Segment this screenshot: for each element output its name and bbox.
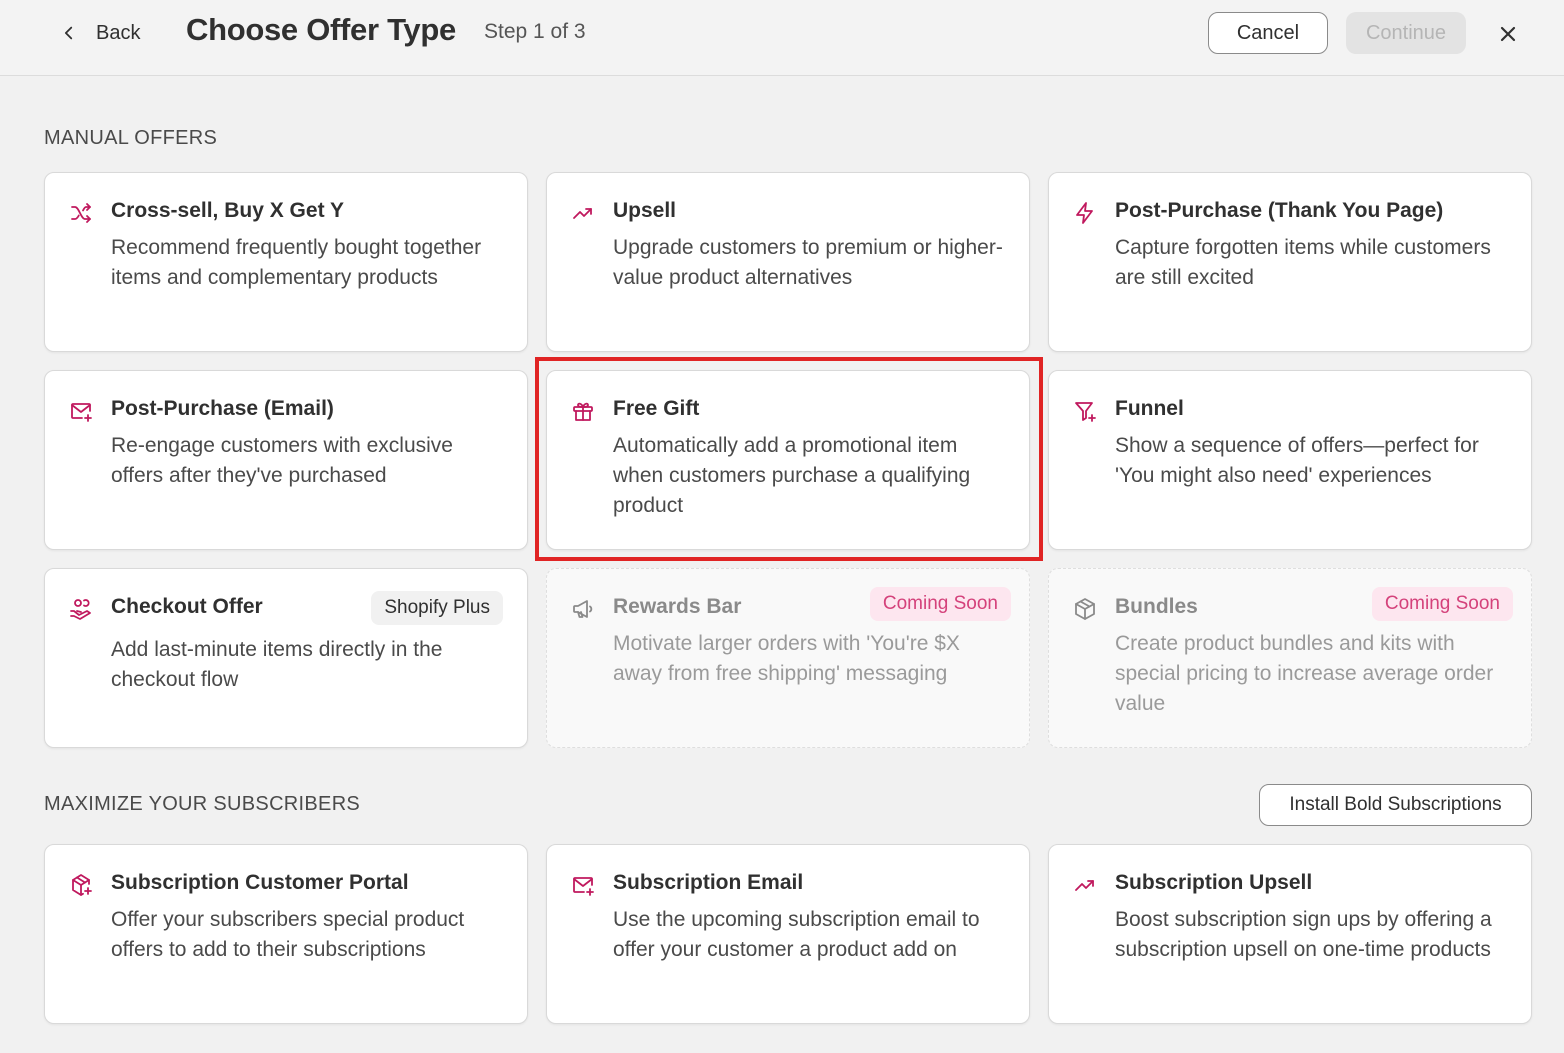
card-description: Create product bundles and kits with spe… <box>1115 632 1494 715</box>
back-button[interactable]: Back <box>60 16 140 50</box>
email-plus-icon <box>69 399 93 423</box>
coming-soon-badge: Coming Soon <box>1371 587 1513 621</box>
offer-card-bundles: Bundles Coming Soon Create product bundl… <box>1048 568 1532 748</box>
box-plus-icon <box>69 873 93 897</box>
offer-card-post-purchase-thank-you[interactable]: Post-Purchase (Thank You Page) Capture f… <box>1048 172 1532 352</box>
offer-card-rewards-bar: Rewards Bar Coming Soon Motivate larger … <box>546 568 1030 748</box>
card-description: Offer your subscribers special product o… <box>111 908 465 961</box>
install-bold-subscriptions-button[interactable]: Install Bold Subscriptions <box>1259 784 1532 826</box>
card-title: Bundles <box>1115 595 1198 618</box>
card-description: Motivate larger orders with 'You're $X a… <box>613 632 960 685</box>
card-description: Boost subscription sign ups by offering … <box>1115 908 1492 961</box>
section-label-subscribers: MAXIMIZE YOUR SUBSCRIBERS <box>44 793 361 815</box>
trending-up-icon <box>1073 873 1097 897</box>
shuffle-icon <box>69 201 93 225</box>
card-title: Checkout Offer <box>111 595 263 618</box>
card-title: Funnel <box>1115 397 1184 420</box>
card-title: Subscription Upsell <box>1115 871 1313 894</box>
card-description: Recommend frequently bought together ite… <box>111 236 482 289</box>
card-title: Post-Purchase (Email) <box>111 397 334 420</box>
close-button[interactable] <box>1492 18 1524 50</box>
trending-up-icon <box>571 201 595 225</box>
page-title: Choose Offer Type <box>186 12 456 47</box>
section-label-manual-offers: MANUAL OFFERS <box>44 127 218 149</box>
hand-coins-icon <box>69 597 93 621</box>
card-description: Upgrade customers to premium or higher-v… <box>613 236 1003 289</box>
offer-card-upsell[interactable]: Upsell Upgrade customers to premium or h… <box>546 172 1030 352</box>
close-icon <box>1500 26 1516 42</box>
card-description: Use the upcoming subscription email to o… <box>613 908 980 961</box>
offer-card-subscription-customer-portal[interactable]: Subscription Customer Portal Offer your … <box>44 844 528 1024</box>
offer-card-checkout-offer[interactable]: Checkout Offer Shopify Plus Add last-min… <box>44 568 528 748</box>
offer-card-free-gift[interactable]: Free Gift Automatically add a promotiona… <box>546 370 1030 550</box>
gift-icon <box>571 399 595 423</box>
offer-card-cross-sell[interactable]: Cross-sell, Buy X Get Y Recommend freque… <box>44 172 528 352</box>
offer-card-subscription-email[interactable]: Subscription Email Use the upcoming subs… <box>546 844 1030 1024</box>
card-description: Add last-minute items directly in the ch… <box>111 638 443 691</box>
megaphone-icon <box>571 597 595 621</box>
top-bar: Back Choose Offer Type Step 1 of 3 Cance… <box>0 0 1564 76</box>
lightning-icon <box>1073 201 1097 225</box>
email-plus-icon <box>571 873 595 897</box>
offer-card-subscription-upsell[interactable]: Subscription Upsell Boost subscription s… <box>1048 844 1532 1024</box>
card-title: Subscription Email <box>613 871 804 894</box>
continue-button[interactable]: Continue <box>1346 12 1466 54</box>
card-title: Upsell <box>613 199 677 222</box>
card-title: Subscription Customer Portal <box>111 871 409 894</box>
offer-card-post-purchase-email[interactable]: Post-Purchase (Email) Re-engage customer… <box>44 370 528 550</box>
back-label: Back <box>96 21 141 44</box>
card-description: Show a sequence of offers—perfect for 'Y… <box>1115 434 1479 487</box>
card-title: Rewards Bar <box>613 595 742 618</box>
card-title: Free Gift <box>613 397 700 420</box>
card-title: Cross-sell, Buy X Get Y <box>111 199 345 222</box>
box-icon <box>1073 597 1097 621</box>
cancel-button[interactable]: Cancel <box>1208 12 1328 54</box>
coming-soon-badge: Coming Soon <box>869 587 1011 621</box>
card-description: Capture forgotten items while customers … <box>1115 236 1491 289</box>
chevron-left-icon <box>60 24 78 42</box>
card-description: Re-engage customers with exclusive offer… <box>111 434 453 487</box>
shopify-plus-badge: Shopify Plus <box>371 591 503 625</box>
card-description: Automatically add a promotional item whe… <box>613 434 971 517</box>
card-title: Post-Purchase (Thank You Page) <box>1115 199 1444 222</box>
step-indicator: Step 1 of 3 <box>484 20 586 43</box>
offer-card-funnel[interactable]: Funnel Show a sequence of offers—perfect… <box>1048 370 1532 550</box>
funnel-plus-icon <box>1073 399 1097 423</box>
